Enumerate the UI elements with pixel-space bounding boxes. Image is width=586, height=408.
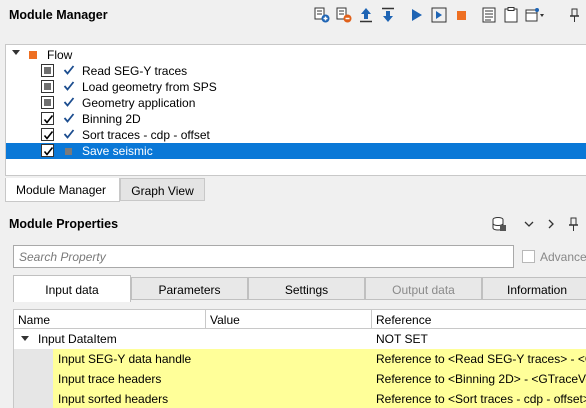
status-done-icon <box>63 112 75 127</box>
module-manager-tabs: Module Manager Graph View <box>5 178 586 202</box>
module-manager-title: Module Manager <box>9 8 108 22</box>
module-enable-checkbox[interactable] <box>41 128 54 141</box>
tab-input-data[interactable]: Input data <box>13 275 131 302</box>
group-reference: NOT SET <box>376 332 428 346</box>
grid-group-row[interactable]: Input DataItem NOT SET <box>14 329 586 349</box>
module-manager-header: Module Manager <box>0 0 586 30</box>
module-enable-checkbox[interactable] <box>41 144 54 157</box>
tree-row-flow[interactable]: Flow <box>6 47 586 63</box>
search-property-input[interactable] <box>13 245 514 268</box>
pin-icon[interactable] <box>566 6 582 24</box>
module-enable-checkbox[interactable] <box>41 96 54 109</box>
status-done-icon <box>63 96 75 111</box>
module-label: Save seismic <box>82 144 153 158</box>
tab-module-manager[interactable]: Module Manager <box>5 178 120 202</box>
tab-information[interactable]: Information <box>482 277 586 300</box>
column-header-value[interactable]: Value <box>206 310 372 329</box>
chevron-down-icon[interactable] <box>521 215 537 233</box>
move-up-icon[interactable] <box>358 6 374 24</box>
module-label: Load geometry from SPS <box>82 80 217 94</box>
log-icon[interactable] <box>481 6 497 24</box>
tab-parameters[interactable]: Parameters <box>131 277 248 300</box>
tree-row-module[interactable]: Geometry application <box>6 95 586 111</box>
module-label: Geometry application <box>82 96 196 110</box>
property-tabs: Input data Parameters Settings Output da… <box>13 275 586 302</box>
property-reference[interactable]: Reference to <Binning 2D> - <GTraceVe <box>376 369 586 389</box>
move-down-icon[interactable] <box>380 6 396 24</box>
collapse-icon[interactable] <box>12 50 20 55</box>
grid-row[interactable]: Input SEG-Y data handle Reference to <Re… <box>14 349 586 369</box>
status-pending-icon <box>65 148 72 155</box>
advanced-label: Advance <box>540 250 586 264</box>
chevron-right-icon[interactable] <box>543 215 559 233</box>
module-enable-checkbox[interactable] <box>41 80 54 93</box>
status-done-icon <box>63 80 75 95</box>
tab-output-data: Output data <box>365 277 482 300</box>
grid-row[interactable]: Input trace headers Reference to <Binnin… <box>14 369 586 389</box>
pin-icon[interactable] <box>565 215 581 233</box>
tab-settings[interactable]: Settings <box>248 277 365 300</box>
module-enable-checkbox[interactable] <box>41 112 54 125</box>
database-icon[interactable] <box>491 215 507 233</box>
tree-row-module[interactable]: Load geometry from SPS <box>6 79 586 95</box>
grid-header: Name Value Reference <box>14 310 586 329</box>
group-name: Input DataItem <box>38 332 117 346</box>
module-label: Binning 2D <box>82 112 141 126</box>
tree-row-module[interactable]: Read SEG-Y traces <box>6 63 586 79</box>
row-gutter <box>14 389 53 408</box>
column-header-reference[interactable]: Reference <box>372 310 586 329</box>
row-gutter <box>14 369 53 389</box>
row-gutter <box>14 349 53 369</box>
property-name: Input SEG-Y data handle <box>58 352 192 366</box>
clipboard-icon[interactable] <box>503 6 519 24</box>
tree-row-module[interactable]: Binning 2D <box>6 111 586 127</box>
flow-label: Flow <box>47 48 73 62</box>
column-header-name[interactable]: Name <box>14 310 206 329</box>
stop-icon[interactable] <box>453 6 469 24</box>
module-enable-checkbox[interactable] <box>41 64 54 77</box>
flow-icon <box>29 51 37 59</box>
remove-module-icon[interactable] <box>336 6 352 24</box>
grid-row[interactable]: Input sorted headers Reference to <Sort … <box>14 389 586 408</box>
window-options-icon[interactable] <box>525 6 545 24</box>
module-label: Sort traces - cdp - offset <box>82 128 210 142</box>
property-name: Input sorted headers <box>58 392 169 406</box>
module-label: Read SEG-Y traces <box>82 64 188 78</box>
run-icon[interactable] <box>409 6 425 24</box>
property-name: Input trace headers <box>58 372 162 386</box>
tree-row-module[interactable]: Sort traces - cdp - offset <box>6 127 586 143</box>
property-reference[interactable]: Reference to <Sort traces - cdp - offset… <box>376 389 586 408</box>
tab-graph-view[interactable]: Graph View <box>120 178 205 201</box>
module-properties-title: Module Properties <box>9 217 119 231</box>
flow-tree: Flow Read SEG-Y traces Load geometry fro… <box>5 44 586 176</box>
run-step-icon[interactable] <box>431 6 447 24</box>
add-module-icon[interactable] <box>314 6 330 24</box>
status-done-icon <box>63 128 75 143</box>
property-reference[interactable]: Reference to <Read SEG-Y traces> - <GR <box>376 349 586 369</box>
property-grid: Name Value Reference Input DataItem NOT … <box>13 309 586 408</box>
status-done-icon <box>63 64 75 79</box>
tree-row-module-selected[interactable]: Save seismic <box>6 143 586 159</box>
expand-icon[interactable] <box>21 336 29 341</box>
advanced-checkbox[interactable] <box>522 250 535 263</box>
